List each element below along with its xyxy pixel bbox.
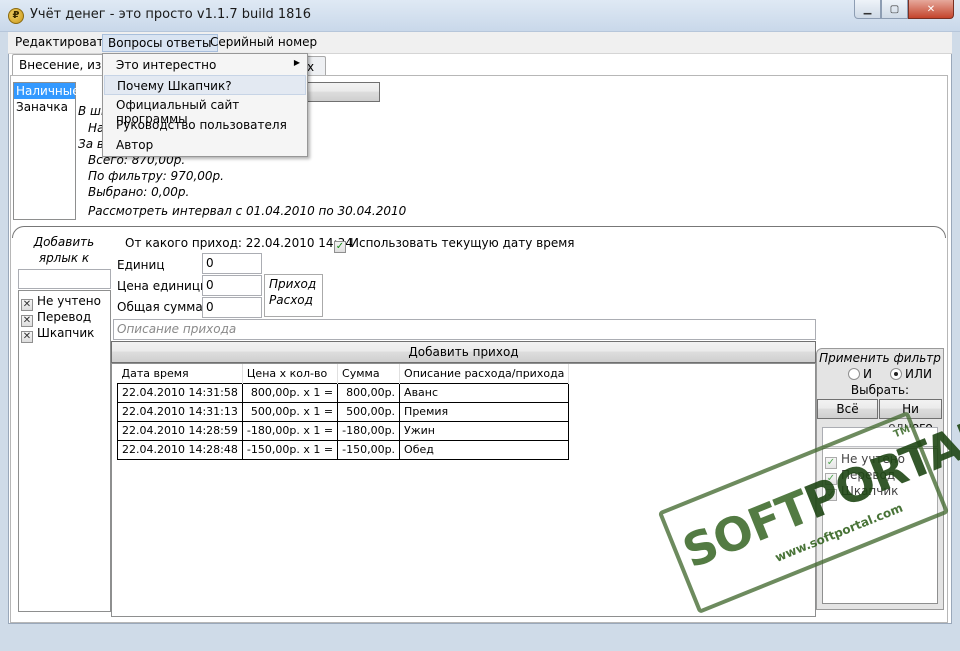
table-row[interactable]: 22.04.2010 14:28:48 -150,00р. x 1 = -150… <box>117 439 570 460</box>
entry-type-list[interactable]: Приход Расход <box>264 274 323 317</box>
accounts-list[interactable]: Наличные Заначка <box>13 82 80 220</box>
menu-item-why-shkapchik[interactable]: Почему Шкапчик? <box>104 75 306 95</box>
filter-and-radio[interactable]: И <box>848 367 872 381</box>
column-header[interactable]: Цена х кол-во <box>242 364 339 383</box>
table-row[interactable]: 22.04.2010 14:31:58 800,00р. x 1 = 800,0… <box>117 382 570 403</box>
price-label: Цена единицы <box>117 279 210 293</box>
maximize-icon: ▢ <box>889 3 900 15</box>
window-title: Учёт денег - это просто v1.1.7 build 181… <box>30 7 311 22</box>
units-label: Единиц <box>117 258 165 272</box>
filter-title: Применить фильтр <box>819 351 941 365</box>
maximize-button[interactable]: ▢ <box>881 0 908 19</box>
table-header-row: Дата время Цена х кол-во Сумма Описание … <box>117 364 570 383</box>
close-icon: ✕ <box>926 3 936 15</box>
menu-item-manual[interactable]: Руководство пользователя <box>104 115 306 135</box>
minimize-button[interactable]: ▁ <box>854 0 881 19</box>
menu-item-author[interactable]: Автор <box>104 135 306 155</box>
questions-dropdown-menu: Это интерестно ▶ Почему Шкапчик? Официаль… <box>102 53 308 157</box>
from-when-label: От какого приход: 22.04.2010 14:34 <box>125 236 353 250</box>
choose-label: Выбрать: <box>850 383 910 397</box>
type-income[interactable]: Приход <box>269 277 318 293</box>
units-input[interactable]: 0 <box>202 253 262 274</box>
checkbox-x-icon[interactable]: ✕ <box>21 331 33 343</box>
table-row[interactable]: 22.04.2010 14:31:13 500,00р. x 1 = 500,0… <box>117 401 570 422</box>
checkmark-icon: ✓ <box>334 241 346 253</box>
interval-label: Рассмотреть интервал с 01.04.2010 по 30.… <box>88 204 407 218</box>
filtered-total-label: По фильтру: 970,00р. <box>88 169 224 183</box>
selected-total-label: Выбрано: 0,00р. <box>88 185 190 199</box>
minimize-icon: ▁ <box>863 3 872 15</box>
sum-input[interactable]: 0 <box>202 297 262 318</box>
radio-icon <box>848 368 860 380</box>
sum-label: Общая сумма <box>117 300 203 314</box>
account-item[interactable]: Заначка <box>14 99 75 115</box>
menu-serial[interactable]: Серийный номер <box>205 34 322 52</box>
menu-item-interesting[interactable]: Это интерестно ▶ <box>104 55 306 75</box>
radio-selected-icon <box>890 368 902 380</box>
menu-bar: Редактировать Вопросы ответы Серийный но… <box>8 32 952 54</box>
description-input[interactable]: Описание прихода <box>113 319 816 340</box>
menu-edit[interactable]: Редактировать <box>10 34 116 52</box>
price-input[interactable]: 0 <box>202 275 262 296</box>
app-icon: ₽ <box>8 8 24 24</box>
column-header[interactable]: Описание расхода/прихода <box>399 364 570 383</box>
table-row[interactable]: 22.04.2010 14:28:59 -180,00р. x 1 = -180… <box>117 420 570 441</box>
close-button[interactable]: ✕ <box>908 0 954 19</box>
account-item[interactable]: Наличные <box>14 83 80 99</box>
top-button[interactable] <box>306 82 380 102</box>
tag-item[interactable]: ✕ Шкапчик <box>19 325 110 343</box>
filter-or-radio[interactable]: ИЛИ <box>890 367 932 381</box>
menu-item-website[interactable]: Официальный сайт программы <box>104 95 306 126</box>
select-all-button[interactable]: Всё <box>817 399 878 419</box>
column-header[interactable]: Дата время <box>117 364 243 383</box>
tag-input[interactable] <box>18 269 111 289</box>
window-controls: ▁ ▢ ✕ <box>854 0 954 20</box>
tags-list[interactable]: ✕ Не учтено ✕ Перевод ✕ Шкапчик <box>18 290 111 612</box>
use-current-date-checkbox[interactable]: ✓ Использовать текущую дату время <box>334 236 574 253</box>
type-expense[interactable]: Расход <box>269 293 318 309</box>
tag-item[interactable]: ✕ Перевод <box>19 309 110 327</box>
column-header[interactable]: Сумма <box>337 364 401 383</box>
submenu-arrow-icon: ▶ <box>293 58 300 67</box>
menu-questions[interactable]: Вопросы ответы <box>102 34 218 52</box>
tag-item[interactable]: ✕ Не учтено <box>19 293 110 311</box>
add-income-button[interactable]: Добавить приход <box>111 341 816 363</box>
